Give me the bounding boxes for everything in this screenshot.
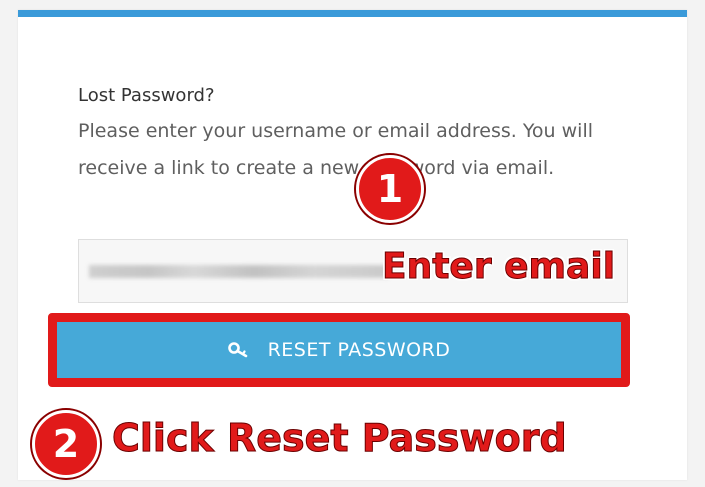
step-1-badge: 1	[356, 155, 424, 223]
key-icon	[227, 342, 247, 358]
step-2-badge: 2	[32, 410, 100, 478]
reset-button-highlight: RESET PASSWORD	[48, 313, 630, 387]
reset-button-label: RESET PASSWORD	[267, 339, 451, 361]
card-accent-bar	[18, 10, 687, 17]
enter-email-annotation: Enter email	[381, 246, 616, 288]
blurred-email-value	[89, 265, 389, 278]
lost-password-card: Lost Password? Please enter your usernam…	[18, 10, 687, 480]
lost-password-heading: Lost Password?	[78, 85, 215, 106]
reset-password-button[interactable]: RESET PASSWORD	[57, 322, 621, 378]
click-reset-annotation: Click Reset Password	[112, 416, 568, 461]
